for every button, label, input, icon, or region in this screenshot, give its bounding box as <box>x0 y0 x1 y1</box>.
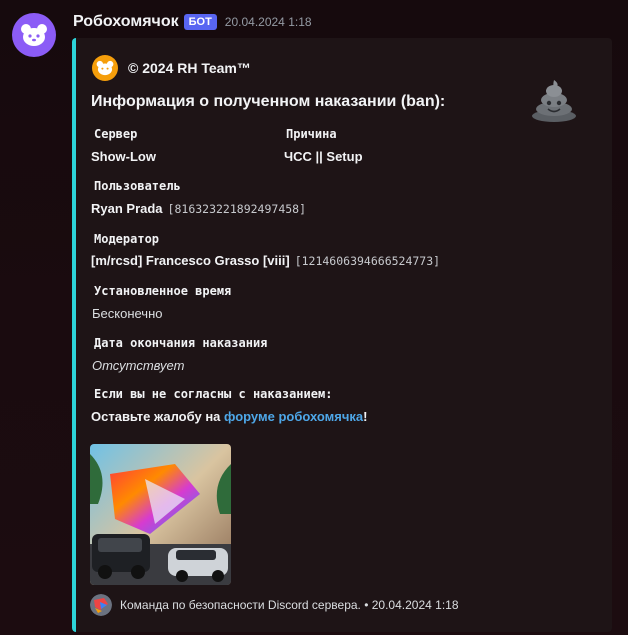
embed-card: © 2024 RH Team™ Информация о полученном … <box>72 38 612 632</box>
appeal-text-end: ! <box>363 409 368 424</box>
hamster-icon <box>21 24 47 46</box>
embed-footer: Команда по безопасности Discord сервера.… <box>90 594 459 616</box>
user-name: Ryan Prada <box>91 201 163 216</box>
footer-text: Команда по безопасности Discord сервера.… <box>120 598 459 612</box>
field-duration-value: Бесконечно <box>92 306 163 321</box>
message-header: Робохомячок БОТ 20.04.2024 1:18 <box>73 12 312 32</box>
cars-artwork-image[interactable] <box>90 444 231 585</box>
embed-author: © 2024 RH Team™ <box>92 55 251 81</box>
field-appeal-name: Если вы не согласны с наказанием: <box>94 387 333 401</box>
forum-link[interactable]: форуме робохомячка <box>224 409 363 424</box>
embed-author-name: © 2024 RH Team™ <box>128 60 251 76</box>
field-end-date-value: Отсутствует <box>92 358 185 373</box>
poop-icon[interactable] <box>526 76 582 124</box>
field-appeal-value: Оставьте жалобу на форуме робохомячка! <box>91 409 367 424</box>
field-reason-name: Причина <box>286 127 337 141</box>
moderator-name: [m/rcsd] Francesco Grasso [viii] <box>91 253 290 268</box>
appeal-text: Оставьте жалобу на <box>91 409 225 424</box>
field-moderator-value: [m/rcsd] Francesco Grasso [viii] [1214606… <box>91 253 440 268</box>
hamster-icon <box>92 55 118 81</box>
team-logo-icon <box>90 594 112 616</box>
field-server-name: Сервер <box>94 127 138 141</box>
field-user-value: Ryan Prada [816323221892497458] <box>91 201 306 216</box>
field-moderator-name: Модератор <box>94 232 160 246</box>
field-duration-name: Установленное время <box>94 284 232 298</box>
field-end-date-name: Дата окончания наказания <box>94 336 268 350</box>
field-server-value: Show-Low <box>91 149 156 164</box>
username[interactable]: Робохомячок <box>73 13 179 31</box>
embed-title: Информация о полученном наказании (ban): <box>91 93 446 110</box>
moderator-id: [1214606394666524773] <box>294 254 441 268</box>
field-reason-value: ЧСС || Setup <box>284 149 363 164</box>
message-timestamp[interactable]: 20.04.2024 1:18 <box>225 15 312 29</box>
bot-avatar[interactable] <box>12 13 56 57</box>
user-id: [816323221892497458] <box>167 202 307 216</box>
bot-badge: БОТ <box>183 14 217 30</box>
field-user-name: Пользователь <box>94 179 181 193</box>
